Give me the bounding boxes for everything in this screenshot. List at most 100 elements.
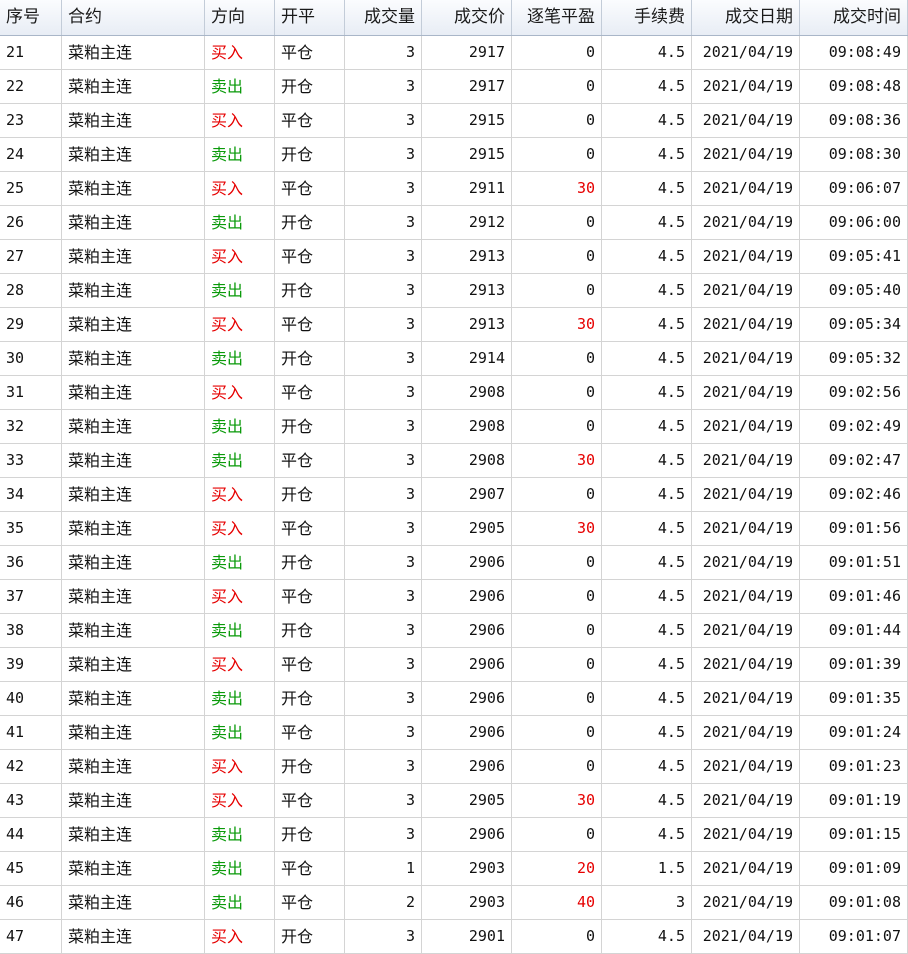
cell-time: 09:05:41 — [800, 240, 908, 273]
cell-time: 09:06:00 — [800, 206, 908, 239]
cell-time: 09:01:23 — [800, 750, 908, 783]
header-volume[interactable]: 成交量 — [345, 0, 422, 35]
cell-time: 09:01:39 — [800, 648, 908, 681]
table-row[interactable]: 47 菜粕主连 买入 开仓 3 2901 0 4.5 2021/04/19 09:01:07 — [0, 920, 908, 954]
cell-volume: 3 — [345, 274, 422, 307]
header-price[interactable]: 成交价 — [422, 0, 512, 35]
header-contract[interactable]: 合约 — [62, 0, 205, 35]
cell-contract: 菜粕主连 — [62, 206, 205, 239]
table-row[interactable]: 28 菜粕主连 卖出 开仓 3 2913 0 4.5 2021/04/19 09:05:40 — [0, 274, 908, 308]
cell-fee: 4.5 — [602, 546, 692, 579]
cell-contract: 菜粕主连 — [62, 750, 205, 783]
cell-price: 2917 — [422, 70, 512, 103]
cell-open-close: 平仓 — [275, 886, 345, 919]
cell-seq: 41 — [0, 716, 62, 749]
cell-price: 2907 — [422, 478, 512, 511]
cell-seq: 40 — [0, 682, 62, 715]
cell-seq: 29 — [0, 308, 62, 341]
cell-profit: 0 — [512, 546, 602, 579]
cell-date: 2021/04/19 — [692, 886, 800, 919]
table-row[interactable]: 38 菜粕主连 卖出 开仓 3 2906 0 4.5 2021/04/19 09:01:44 — [0, 614, 908, 648]
header-date[interactable]: 成交日期 — [692, 0, 800, 35]
cell-seq: 38 — [0, 614, 62, 647]
table-row[interactable]: 32 菜粕主连 卖出 开仓 3 2908 0 4.5 2021/04/19 09:02:49 — [0, 410, 908, 444]
cell-profit: 0 — [512, 648, 602, 681]
cell-seq: 43 — [0, 784, 62, 817]
table-row[interactable]: 45 菜粕主连 卖出 平仓 1 2903 20 1.5 2021/04/19 09:01:09 — [0, 852, 908, 886]
table-row[interactable]: 31 菜粕主连 买入 平仓 3 2908 0 4.5 2021/04/19 09:02:56 — [0, 376, 908, 410]
cell-fee: 4.5 — [602, 784, 692, 817]
table-row[interactable]: 29 菜粕主连 买入 平仓 3 2913 30 4.5 2021/04/19 09:05:34 — [0, 308, 908, 342]
cell-fee: 4.5 — [602, 36, 692, 69]
table-row[interactable]: 44 菜粕主连 卖出 开仓 3 2906 0 4.5 2021/04/19 09:01:15 — [0, 818, 908, 852]
cell-date: 2021/04/19 — [692, 172, 800, 205]
cell-open-close: 平仓 — [275, 444, 345, 477]
table-row[interactable]: 26 菜粕主连 卖出 开仓 3 2912 0 4.5 2021/04/19 09:06:00 — [0, 206, 908, 240]
cell-fee: 4.5 — [602, 240, 692, 273]
table-row[interactable]: 36 菜粕主连 卖出 开仓 3 2906 0 4.5 2021/04/19 09:01:51 — [0, 546, 908, 580]
cell-contract: 菜粕主连 — [62, 920, 205, 953]
header-profit[interactable]: 逐笔平盈 — [512, 0, 602, 35]
cell-time: 09:01:46 — [800, 580, 908, 613]
table-row[interactable]: 39 菜粕主连 买入 平仓 3 2906 0 4.5 2021/04/19 09:01:39 — [0, 648, 908, 682]
cell-contract: 菜粕主连 — [62, 70, 205, 103]
cell-open-close: 开仓 — [275, 682, 345, 715]
cell-volume: 3 — [345, 784, 422, 817]
table-row[interactable]: 41 菜粕主连 卖出 平仓 3 2906 0 4.5 2021/04/19 09:01:24 — [0, 716, 908, 750]
cell-direction: 买入 — [205, 376, 275, 409]
table-body: 21 菜粕主连 买入 平仓 3 2917 0 4.5 2021/04/19 09:08:49 22 菜… — [0, 36, 908, 954]
cell-direction: 买入 — [205, 580, 275, 613]
cell-seq: 32 — [0, 410, 62, 443]
cell-contract: 菜粕主连 — [62, 410, 205, 443]
cell-fee: 4.5 — [602, 512, 692, 545]
cell-contract: 菜粕主连 — [62, 478, 205, 511]
cell-date: 2021/04/19 — [692, 308, 800, 341]
cell-profit: 30 — [512, 512, 602, 545]
header-open-close[interactable]: 开平 — [275, 0, 345, 35]
table-row[interactable]: 42 菜粕主连 买入 开仓 3 2906 0 4.5 2021/04/19 09:01:23 — [0, 750, 908, 784]
table-row[interactable]: 33 菜粕主连 卖出 平仓 3 2908 30 4.5 2021/04/19 09:02:47 — [0, 444, 908, 478]
table-row[interactable]: 27 菜粕主连 买入 平仓 3 2913 0 4.5 2021/04/19 09:05:41 — [0, 240, 908, 274]
cell-direction: 卖出 — [205, 614, 275, 647]
header-seq[interactable]: 序号 — [0, 0, 62, 35]
cell-seq: 37 — [0, 580, 62, 613]
cell-fee: 1.5 — [602, 852, 692, 885]
cell-time: 09:08:30 — [800, 138, 908, 171]
header-direction[interactable]: 方向 — [205, 0, 275, 35]
cell-price: 2903 — [422, 886, 512, 919]
header-fee[interactable]: 手续费 — [602, 0, 692, 35]
table-row[interactable]: 46 菜粕主连 卖出 平仓 2 2903 40 3 2021/04/19 09:01:08 — [0, 886, 908, 920]
table-row[interactable]: 24 菜粕主连 卖出 开仓 3 2915 0 4.5 2021/04/19 09:08:30 — [0, 138, 908, 172]
table-row[interactable]: 30 菜粕主连 卖出 开仓 3 2914 0 4.5 2021/04/19 09:05:32 — [0, 342, 908, 376]
cell-profit: 30 — [512, 172, 602, 205]
table-row[interactable]: 22 菜粕主连 卖出 开仓 3 2917 0 4.5 2021/04/19 09:08:48 — [0, 70, 908, 104]
cell-date: 2021/04/19 — [692, 716, 800, 749]
cell-contract: 菜粕主连 — [62, 342, 205, 375]
table-row[interactable]: 23 菜粕主连 买入 平仓 3 2915 0 4.5 2021/04/19 09:08:36 — [0, 104, 908, 138]
cell-open-close: 开仓 — [275, 478, 345, 511]
cell-date: 2021/04/19 — [692, 546, 800, 579]
cell-time: 09:01:56 — [800, 512, 908, 545]
trade-records-table: 序号 合约 方向 开平 成交量 成交价 逐笔平盈 手续费 成交日期 成交时间 2… — [0, 0, 908, 954]
table-row[interactable]: 43 菜粕主连 买入 平仓 3 2905 30 4.5 2021/04/19 09:01:19 — [0, 784, 908, 818]
cell-open-close: 开仓 — [275, 70, 345, 103]
header-time[interactable]: 成交时间 — [800, 0, 908, 35]
cell-profit: 0 — [512, 240, 602, 273]
cell-direction: 买入 — [205, 750, 275, 783]
table-row[interactable]: 25 菜粕主连 买入 平仓 3 2911 30 4.5 2021/04/19 09:06:07 — [0, 172, 908, 206]
table-row[interactable]: 21 菜粕主连 买入 平仓 3 2917 0 4.5 2021/04/19 09:08:49 — [0, 36, 908, 70]
table-row[interactable]: 40 菜粕主连 卖出 开仓 3 2906 0 4.5 2021/04/19 09:01:35 — [0, 682, 908, 716]
cell-price: 2908 — [422, 410, 512, 443]
cell-direction: 卖出 — [205, 852, 275, 885]
cell-open-close: 开仓 — [275, 206, 345, 239]
cell-contract: 菜粕主连 — [62, 784, 205, 817]
cell-volume: 3 — [345, 206, 422, 239]
cell-volume: 3 — [345, 172, 422, 205]
table-row[interactable]: 35 菜粕主连 买入 平仓 3 2905 30 4.5 2021/04/19 09:01:56 — [0, 512, 908, 546]
cell-date: 2021/04/19 — [692, 342, 800, 375]
cell-profit: 20 — [512, 852, 602, 885]
table-row[interactable]: 37 菜粕主连 买入 平仓 3 2906 0 4.5 2021/04/19 09:01:46 — [0, 580, 908, 614]
cell-profit: 30 — [512, 784, 602, 817]
cell-date: 2021/04/19 — [692, 784, 800, 817]
table-row[interactable]: 34 菜粕主连 买入 开仓 3 2907 0 4.5 2021/04/19 09:02:46 — [0, 478, 908, 512]
